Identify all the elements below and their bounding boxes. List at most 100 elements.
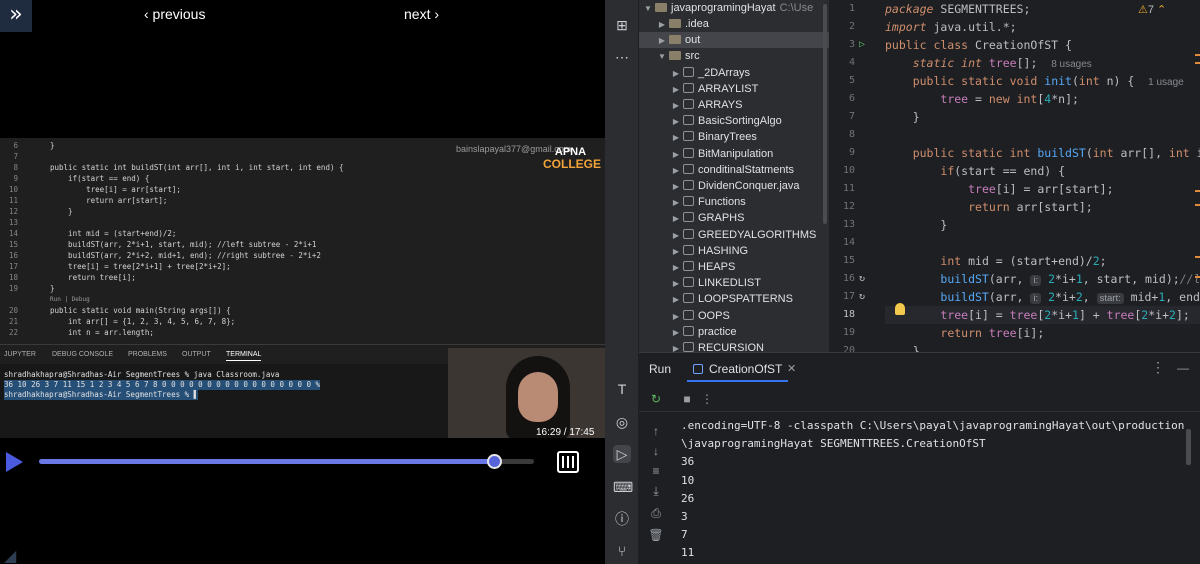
tree-item[interactable]: ▶ GRAPHS [669, 210, 744, 226]
chevron-right-icon[interactable]: ▶ [669, 211, 683, 227]
chevron-right-icon[interactable]: ▶ [669, 260, 683, 276]
video-code-line: 17 tree[i] = tree[2*i+1] + tree[2*i+2]; [8, 262, 231, 271]
tree-item[interactable]: ▶ RECURSION [669, 340, 764, 352]
seek-bar[interactable] [39, 459, 534, 464]
video-frame[interactable]: 6} 7 8 public static int buildST(int arr[],… [0, 138, 605, 438]
console-output[interactable]: .encoding=UTF-8 -classpath C:\Users\paya… [681, 413, 1184, 564]
play-icon[interactable] [6, 452, 23, 472]
minimize-icon[interactable]: — [1177, 361, 1189, 375]
chevron-right-icon[interactable]: ▶ [669, 341, 683, 352]
recursive-call-icon[interactable]: ↻ [859, 291, 871, 303]
services-icon[interactable]: ◎ [613, 413, 631, 431]
error-stripe-mark[interactable] [1195, 256, 1200, 258]
error-stripe-mark[interactable] [1195, 62, 1200, 64]
code-editor[interactable]: 1 2 3 4 5 6 7 8 9 10 11 12 13 14 15 16 17 18 19 20 ▷ ↻ ↻ packa… [829, 0, 1200, 352]
next-button[interactable]: next › [404, 6, 439, 22]
more-tools-icon[interactable]: ⋯ [613, 48, 631, 66]
stop-icon[interactable]: ■ [679, 391, 695, 407]
structure-icon[interactable]: ⊞ [613, 16, 631, 34]
error-stripe-mark[interactable] [1195, 204, 1200, 206]
close-tab-icon[interactable]: ✕ [787, 362, 796, 375]
chevron-right-icon[interactable]: ▶ [669, 195, 683, 211]
error-stripe-mark[interactable] [1195, 54, 1200, 56]
chevron-down-icon[interactable]: ▼ [655, 49, 669, 65]
tree-item[interactable]: ▶ ARRAYS [669, 97, 742, 113]
chevron-right-icon[interactable]: ▶ [669, 147, 683, 163]
chevron-right-icon[interactable]: ▶ [669, 82, 683, 98]
tree-root[interactable]: ▼ javaprogramingHayat C:\Use [641, 0, 813, 16]
terminal-tab[interactable]: DEBUG CONSOLE [52, 351, 113, 358]
chevron-right-icon[interactable]: ▶ [669, 228, 683, 244]
tree-item[interactable]: ▶ HEAPS [669, 259, 735, 275]
text-tool-icon[interactable]: T [613, 380, 631, 398]
tree-item[interactable]: ▶ LOOPSPATTERNS [669, 291, 793, 307]
chevron-right-icon[interactable]: ▶ [669, 325, 683, 341]
console-scrollbar[interactable] [1186, 429, 1191, 465]
problems-icon[interactable]: ⓘ [613, 510, 631, 528]
chevron-right-icon[interactable]: ▶ [669, 276, 683, 292]
run-gutter-icon[interactable]: ▷ [859, 39, 871, 51]
chevron-right-icon[interactable]: ▶ [669, 244, 683, 260]
tree-item[interactable]: ▶ GREEDYALGORITHMS [669, 227, 816, 243]
print-icon[interactable]: ⎙ [648, 505, 664, 521]
lightbulb-icon[interactable] [895, 303, 905, 315]
line-number: 11 [842, 183, 855, 194]
terminal-icon[interactable]: ⌨ [613, 478, 633, 496]
clear-console-icon[interactable]: 🗑 [648, 527, 664, 543]
more-run-icon[interactable]: ⋮ [699, 391, 715, 407]
apna-college-logo: APNA COLLEGE [543, 146, 602, 171]
scroll-to-end-icon[interactable]: ⤓ [648, 483, 664, 499]
error-stripe-mark[interactable] [1195, 190, 1200, 192]
more-options-icon[interactable]: ⋮ [1151, 359, 1165, 376]
tree-item[interactable]: ▼ src [655, 48, 700, 64]
soft-wrap-icon[interactable]: ≡ [648, 463, 664, 479]
chevron-right-icon[interactable]: ▶ [669, 309, 683, 325]
terminal-tab[interactable]: OUTPUT [182, 351, 211, 358]
recursive-call-icon[interactable]: ↻ [859, 273, 871, 285]
chevron-right-icon[interactable]: ▶ [669, 179, 683, 195]
scroll-up-icon[interactable]: ↑ [648, 423, 664, 439]
tree-item[interactable]: ▶ conditinalStatments [669, 162, 794, 178]
chevron-right-icon[interactable]: ▶ [669, 66, 683, 82]
tree-item[interactable]: ▶ out [639, 32, 829, 49]
rerun-icon[interactable]: ↻ [648, 391, 664, 407]
tree-item[interactable]: ▶ LINKEDLIST [669, 275, 761, 291]
package-icon [683, 131, 694, 142]
chevron-right-icon[interactable]: ▶ [655, 33, 669, 49]
chevron-right-icon[interactable]: ▶ [669, 163, 683, 179]
tree-item[interactable]: ▶ ARRAYLIST [669, 81, 758, 97]
warnings-badge[interactable]: ⚠7 ⌃ [1138, 3, 1166, 16]
logo-line2: COLLEGE [543, 157, 602, 171]
error-stripe-mark[interactable] [1195, 276, 1200, 278]
tree-item[interactable]: ▶ practice [669, 324, 737, 340]
settings-sliders-icon[interactable] [557, 451, 579, 473]
tree-item[interactable]: ▶ Functions [669, 194, 746, 210]
git-icon[interactable]: ⑂ [613, 542, 631, 560]
terminal-tab[interactable]: PROBLEMS [128, 351, 167, 358]
tree-scrollbar[interactable] [823, 4, 827, 224]
run-panel: Run CreationOfST ✕ ⋮ — ↻ ↑ ↓ ≡ ⤓ ⎙ 🗑 ■ ⋮… [639, 352, 1200, 564]
tree-item[interactable]: ▶ BasicSortingAlgo [669, 113, 782, 129]
package-icon [683, 244, 694, 255]
chevron-right-icon[interactable]: ▶ [669, 292, 683, 308]
scroll-down-icon[interactable]: ↓ [648, 443, 664, 459]
tree-item[interactable]: ▶ HASHING [669, 243, 748, 259]
tree-item[interactable]: ▶ .idea [655, 16, 709, 32]
previous-button[interactable]: ‹ previous [144, 6, 205, 22]
package-icon [683, 115, 694, 126]
chevron-right-icon[interactable]: ▶ [669, 114, 683, 130]
terminal-tab[interactable]: JUPYTER [4, 351, 36, 358]
tree-item[interactable]: ▶ OOPS [669, 308, 730, 324]
expand-menu-icon[interactable]: » [0, 0, 32, 32]
run-config-tab[interactable]: CreationOfST [687, 356, 789, 382]
run-tool-icon[interactable]: ▷ [613, 445, 631, 463]
chevron-right-icon[interactable]: ▶ [669, 130, 683, 146]
tree-item[interactable]: ▶ BitManipulation [669, 146, 773, 162]
chevron-right-icon[interactable]: ▶ [655, 17, 669, 33]
seek-handle[interactable] [487, 454, 503, 469]
terminal-tab[interactable]: TERMINAL [226, 351, 262, 361]
tree-item[interactable]: ▶ _2DArrays [669, 65, 750, 81]
tree-item[interactable]: ▶ DividenConquer.java [669, 178, 800, 194]
chevron-right-icon[interactable]: ▶ [669, 98, 683, 114]
tree-item[interactable]: ▶ BinaryTrees [669, 129, 757, 145]
